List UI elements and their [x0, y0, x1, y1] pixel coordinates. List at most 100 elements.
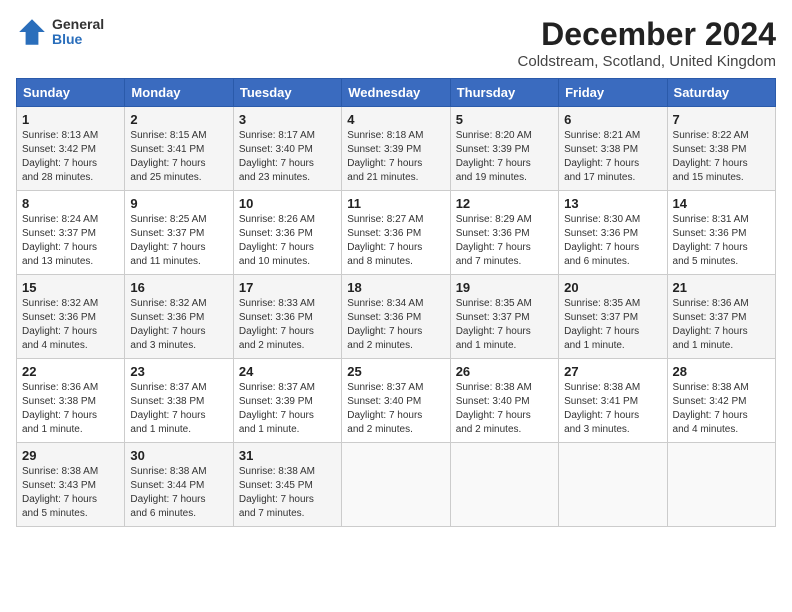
day-number: 22 [22, 364, 119, 379]
day-number: 9 [130, 196, 227, 211]
logo-general-text: General [52, 17, 104, 32]
table-row: 24 Sunrise: 8:37 AM Sunset: 3:39 PM Dayli… [233, 359, 341, 443]
logo-blue-text: Blue [52, 32, 104, 47]
table-row: 3 Sunrise: 8:17 AM Sunset: 3:40 PM Daylig… [233, 107, 341, 191]
col-tuesday: Tuesday [233, 79, 341, 107]
day-number: 2 [130, 112, 227, 127]
day-number: 25 [347, 364, 444, 379]
table-row: 30Sunrise: 8:38 AM Sunset: 3:44 PM Dayli… [125, 443, 233, 527]
day-number: 14 [673, 196, 770, 211]
calendar-title: December 2024 [518, 16, 776, 53]
day-info: Sunrise: 8:26 AM Sunset: 3:36 PM Dayligh… [239, 213, 336, 269]
day-number: 20 [564, 280, 661, 295]
table-row: 29 Sunrise: 8:38 AM Sunset: 3:43 PM Dayli… [17, 443, 125, 527]
day-info: Sunrise: 8:37 AM Sunset: 3:39 PM Dayligh… [239, 381, 336, 437]
table-row: 14 Sunrise: 8:31 AM Sunset: 3:36 PM Dayli… [667, 191, 775, 275]
logo-text: General Blue [52, 17, 104, 48]
day-number: 31 [239, 448, 336, 463]
day-number: 13 [564, 196, 661, 211]
calendar-table: Sunday Monday Tuesday Wednesday Thursday… [16, 78, 776, 527]
day-info: Sunrise: 8:38 AM Sunset: 3:41 PM Dayligh… [564, 381, 661, 437]
table-row: 28 Sunrise: 8:38 AM Sunset: 3:42 PM Dayli… [667, 359, 775, 443]
day-info: Sunrise: 8:20 AM Sunset: 3:39 PM Dayligh… [456, 129, 553, 185]
day-info: Sunrise: 8:37 AM Sunset: 3:40 PM Dayligh… [347, 381, 444, 437]
calendar-subtitle: Coldstream, Scotland, United Kingdom [518, 53, 776, 70]
day-number: 28 [673, 364, 770, 379]
day-number: 21 [673, 280, 770, 295]
table-row: 1 Sunrise: 8:13 AM Sunset: 3:42 PM Daylig… [17, 107, 125, 191]
day-info: Sunrise: 8:33 AM Sunset: 3:36 PM Dayligh… [239, 297, 336, 353]
day-info: Sunrise: 8:38 AM Sunset: 3:43 PM Dayligh… [22, 465, 119, 521]
table-row: 20 Sunrise: 8:35 AM Sunset: 3:37 PM Dayli… [559, 275, 667, 359]
table-row: 21 Sunrise: 8:36 AM Sunset: 3:37 PM Dayli… [667, 275, 775, 359]
day-number: 24 [239, 364, 336, 379]
table-row: 31 Sunrise: 8:38 AM Sunset: 3:45 PM Dayli… [233, 443, 341, 527]
table-row: 25 Sunrise: 8:37 AM Sunset: 3:40 PM Dayli… [342, 359, 450, 443]
day-number: 17 [239, 280, 336, 295]
day-number: 18 [347, 280, 444, 295]
day-number: 16 [130, 280, 227, 295]
col-wednesday: Wednesday [342, 79, 450, 107]
col-saturday: Saturday [667, 79, 775, 107]
day-number: 4 [347, 112, 444, 127]
day-info: Sunrise: 8:25 AM Sunset: 3:37 PM Dayligh… [130, 213, 227, 269]
day-info: Sunrise: 8:17 AM Sunset: 3:40 PM Dayligh… [239, 129, 336, 185]
day-info: Sunrise: 8:29 AM Sunset: 3:36 PM Dayligh… [456, 213, 553, 269]
day-info: Sunrise: 8:22 AM Sunset: 3:38 PM Dayligh… [673, 129, 770, 185]
table-row: 15 Sunrise: 8:32 AM Sunset: 3:36 PM Dayli… [17, 275, 125, 359]
day-number: 26 [456, 364, 553, 379]
day-info: Sunrise: 8:31 AM Sunset: 3:36 PM Dayligh… [673, 213, 770, 269]
day-info: Sunrise: 8:18 AM Sunset: 3:39 PM Dayligh… [347, 129, 444, 185]
logo-icon [16, 16, 48, 48]
day-info: Sunrise: 8:21 AM Sunset: 3:38 PM Dayligh… [564, 129, 661, 185]
day-number: 15 [22, 280, 119, 295]
table-row: 8Sunrise: 8:24 AM Sunset: 3:37 PM Daylig… [17, 191, 125, 275]
day-number: 19 [456, 280, 553, 295]
day-number: 8 [22, 196, 119, 211]
table-row: 17 Sunrise: 8:33 AM Sunset: 3:36 PM Dayli… [233, 275, 341, 359]
table-row: 27Sunrise: 8:38 AM Sunset: 3:41 PM Dayli… [559, 359, 667, 443]
table-row: 22 Sunrise: 8:36 AM Sunset: 3:38 PM Dayli… [17, 359, 125, 443]
day-info: Sunrise: 8:36 AM Sunset: 3:38 PM Dayligh… [22, 381, 119, 437]
table-row: 18Sunrise: 8:34 AM Sunset: 3:36 PM Dayli… [342, 275, 450, 359]
day-number: 23 [130, 364, 227, 379]
day-number: 10 [239, 196, 336, 211]
day-number: 11 [347, 196, 444, 211]
day-info: Sunrise: 8:32 AM Sunset: 3:36 PM Dayligh… [130, 297, 227, 353]
day-info: Sunrise: 8:38 AM Sunset: 3:45 PM Dayligh… [239, 465, 336, 521]
col-monday: Monday [125, 79, 233, 107]
table-row: 12 Sunrise: 8:29 AM Sunset: 3:36 PM Dayli… [450, 191, 558, 275]
day-number: 7 [673, 112, 770, 127]
table-row: 26 Sunrise: 8:38 AM Sunset: 3:40 PM Dayli… [450, 359, 558, 443]
page-header: General Blue December 2024 Coldstream, S… [16, 16, 776, 70]
day-info: Sunrise: 8:37 AM Sunset: 3:38 PM Dayligh… [130, 381, 227, 437]
day-info: Sunrise: 8:36 AM Sunset: 3:37 PM Dayligh… [673, 297, 770, 353]
table-row: 19Sunrise: 8:35 AM Sunset: 3:37 PM Dayli… [450, 275, 558, 359]
day-number: 3 [239, 112, 336, 127]
table-row [559, 443, 667, 527]
table-row: 16 Sunrise: 8:32 AM Sunset: 3:36 PM Dayli… [125, 275, 233, 359]
day-info: Sunrise: 8:38 AM Sunset: 3:42 PM Dayligh… [673, 381, 770, 437]
day-info: Sunrise: 8:35 AM Sunset: 3:37 PM Dayligh… [564, 297, 661, 353]
title-block: December 2024 Coldstream, Scotland, Unit… [518, 16, 776, 70]
day-info: Sunrise: 8:32 AM Sunset: 3:36 PM Dayligh… [22, 297, 119, 353]
table-row: 13 Sunrise: 8:30 AM Sunset: 3:36 PM Dayli… [559, 191, 667, 275]
table-row [342, 443, 450, 527]
day-number: 5 [456, 112, 553, 127]
table-row: 11Sunrise: 8:27 AM Sunset: 3:36 PM Dayli… [342, 191, 450, 275]
calendar-header-row: Sunday Monday Tuesday Wednesday Thursday… [17, 79, 776, 107]
logo: General Blue [16, 16, 104, 48]
table-row: 10 Sunrise: 8:26 AM Sunset: 3:36 PM Dayli… [233, 191, 341, 275]
day-info: Sunrise: 8:38 AM Sunset: 3:40 PM Dayligh… [456, 381, 553, 437]
table-row: 2Sunrise: 8:15 AM Sunset: 3:41 PM Daylig… [125, 107, 233, 191]
table-row: 4 Sunrise: 8:18 AM Sunset: 3:39 PM Daylig… [342, 107, 450, 191]
col-friday: Friday [559, 79, 667, 107]
day-info: Sunrise: 8:30 AM Sunset: 3:36 PM Dayligh… [564, 213, 661, 269]
table-row: 5 Sunrise: 8:20 AM Sunset: 3:39 PM Daylig… [450, 107, 558, 191]
day-number: 1 [22, 112, 119, 127]
day-number: 29 [22, 448, 119, 463]
table-row: 7 Sunrise: 8:22 AM Sunset: 3:38 PM Daylig… [667, 107, 775, 191]
day-info: Sunrise: 8:13 AM Sunset: 3:42 PM Dayligh… [22, 129, 119, 185]
day-number: 12 [456, 196, 553, 211]
table-row [450, 443, 558, 527]
